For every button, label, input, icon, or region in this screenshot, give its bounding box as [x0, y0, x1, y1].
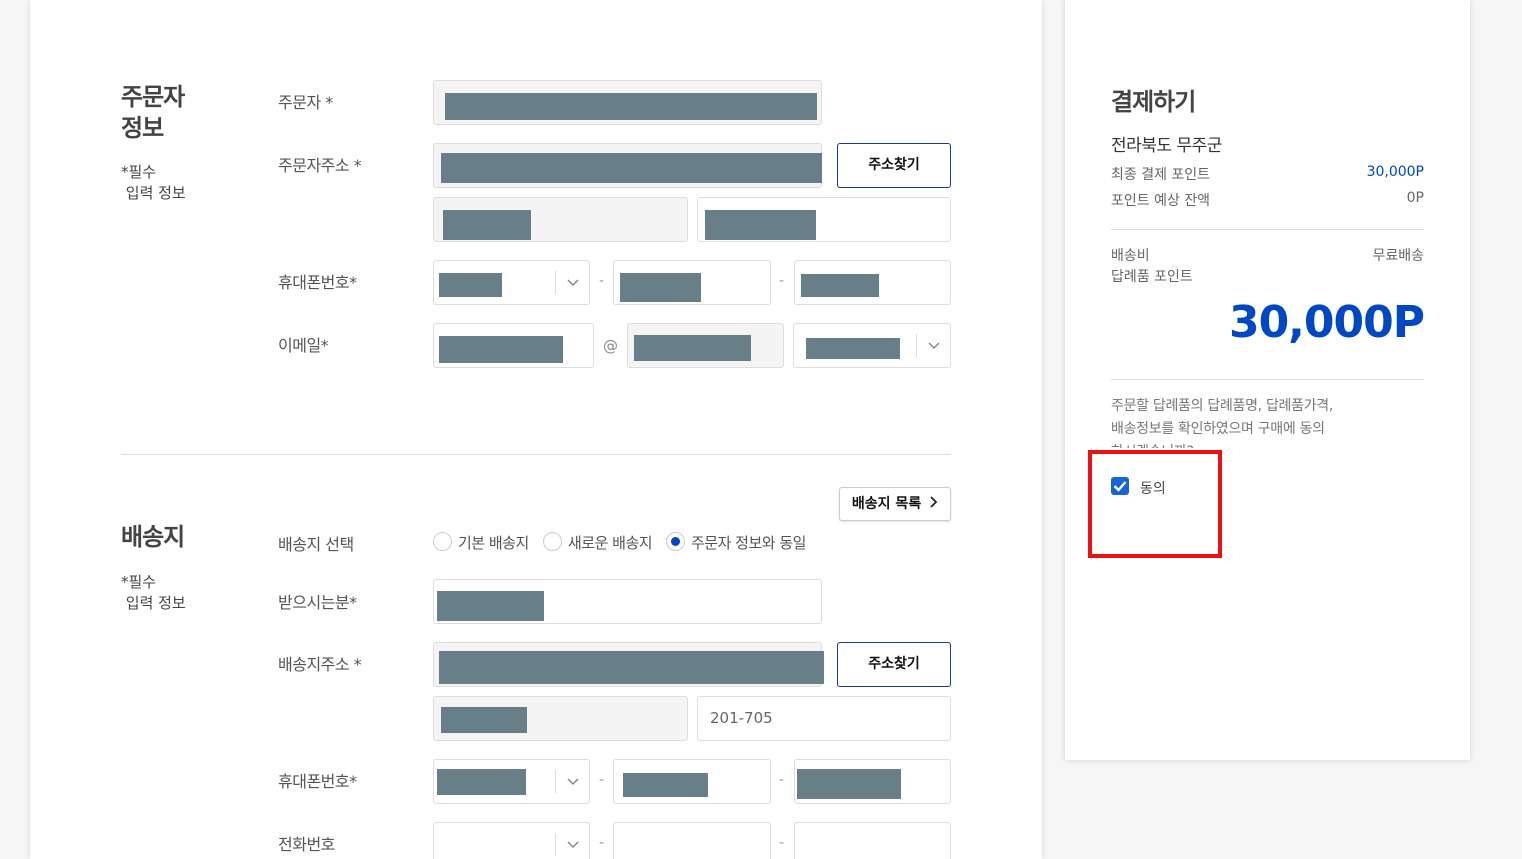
phone-separator: - — [779, 835, 785, 851]
orderer-required-note: *필수 입력 정보 — [121, 163, 186, 202]
payment-total: 30,000P — [1228, 297, 1425, 348]
orderer-address-input[interactable] — [433, 143, 822, 188]
shipping-address-search-button[interactable]: 주소찾기 — [837, 642, 951, 687]
shipping-tel-last-input[interactable] — [794, 822, 951, 859]
shipping-phone-label: 휴대폰번호* — [278, 772, 357, 791]
shipping-select-label: 배송지 선택 — [278, 535, 354, 554]
redacted-block — [439, 651, 824, 684]
redacted-block — [797, 769, 901, 799]
phone-separator: - — [599, 273, 605, 289]
chevron-down-icon — [555, 271, 589, 294]
payment-divider — [1111, 379, 1424, 380]
redacted-block — [634, 335, 751, 361]
shipping-list-label: 배송지 목록 — [851, 496, 922, 512]
shipping-required-note: *필수 입력 정보 — [121, 573, 186, 612]
redacted-block — [443, 210, 531, 240]
orderer-section-title: 주문자 정보 — [121, 83, 185, 142]
shipping-tel-prefix-select[interactable] — [433, 822, 590, 859]
orderer-email-domain-input[interactable] — [627, 323, 784, 368]
order-form-card: 주문자 정보 *필수 입력 정보 주문자 * 주문자주소 * 주소찾기 휴대폰번… — [30, 0, 1042, 859]
email-at-sign: @ — [603, 337, 618, 355]
orderer-address-detail-input[interactable] — [697, 197, 951, 242]
redacted-block — [439, 336, 563, 363]
shipping-zipcode-input[interactable] — [433, 696, 688, 741]
orderer-phone-label: 휴대폰번호* — [278, 273, 357, 292]
shipping-tel-middle-input[interactable] — [613, 822, 771, 859]
shipping-phone-prefix-select[interactable] — [433, 759, 590, 804]
orderer-phone-middle-input[interactable] — [613, 260, 771, 305]
shipping-list-button[interactable]: 배송지 목록 — [839, 487, 951, 521]
payment-region: 전라북도 무주군 — [1111, 136, 1222, 156]
orderer-phone-prefix-select[interactable] — [433, 260, 590, 305]
redacted-block — [441, 153, 822, 183]
phone-separator: - — [599, 835, 605, 851]
shipping-fee-value: 무료배송 — [1372, 248, 1424, 264]
shipping-phone-last-input[interactable] — [794, 759, 951, 804]
redacted-block — [623, 773, 708, 797]
orderer-email-label: 이메일* — [278, 336, 329, 355]
shipping-address-input[interactable] — [433, 642, 824, 687]
redacted-block — [806, 338, 900, 359]
chevron-right-icon — [930, 496, 938, 508]
redacted-block — [441, 707, 527, 733]
orderer-name-label: 주문자 * — [278, 93, 333, 112]
orderer-email-id-input[interactable] — [433, 323, 594, 368]
orderer-phone-last-input[interactable] — [794, 260, 951, 305]
redacted-block — [801, 274, 879, 297]
final-points-label: 최종 결제 포인트 — [1111, 167, 1211, 183]
shipping-fee-label: 배송비 — [1111, 248, 1150, 264]
payment-title: 결제하기 — [1111, 88, 1196, 116]
shipping-address-label: 배송지주소 * — [278, 655, 362, 674]
radio-same-as-orderer[interactable] — [666, 532, 685, 551]
gift-points-label: 답례품 포인트 — [1111, 269, 1193, 285]
orderer-address-label: 주문자주소 * — [278, 156, 362, 175]
orderer-address-search-button[interactable]: 주소찾기 — [837, 143, 951, 188]
redacted-block — [620, 273, 701, 302]
radio-default-address-label: 기본 배송지 — [458, 534, 529, 552]
shipping-address-detail-input[interactable]: 201-705 — [697, 696, 951, 741]
shipping-phone-middle-input[interactable] — [613, 759, 771, 804]
section-divider — [121, 454, 951, 455]
agreement-notice: 주문할 답례품의 답례품명, 답례품가격, 배송정보를 확인하였으며 구매에 동… — [1111, 398, 1334, 448]
orderer-zipcode-input[interactable] — [433, 197, 688, 242]
expected-balance-label: 포인트 예상 잔액 — [1111, 193, 1211, 209]
notice-clip: 주문할 답례품의 답례품명, 답례품가격, 배송정보를 확인하였으며 구매에 동… — [1111, 395, 1411, 448]
chevron-down-icon — [555, 833, 589, 856]
shipping-section-title: 배송지 — [121, 523, 185, 551]
final-points-value: 30,000P — [1366, 164, 1424, 180]
radio-new-address[interactable] — [543, 532, 562, 551]
orderer-email-domain-select[interactable] — [793, 323, 951, 368]
chevron-down-icon — [916, 334, 950, 357]
recipient-label: 받으시는분* — [278, 593, 357, 612]
redacted-block — [437, 769, 526, 795]
chevron-down-icon — [555, 770, 589, 793]
payment-card: 결제하기 전라북도 무주군 최종 결제 포인트 30,000P 포인트 예상 잔… — [1065, 0, 1470, 760]
redacted-block — [439, 273, 502, 297]
redacted-block — [705, 210, 816, 240]
payment-divider — [1111, 229, 1424, 230]
orderer-name-input[interactable] — [433, 80, 822, 125]
radio-same-as-orderer-label: 주문자 정보와 동일 — [691, 534, 806, 552]
highlight-box — [1088, 450, 1222, 558]
phone-separator: - — [779, 273, 785, 289]
redacted-block — [445, 93, 817, 120]
recipient-input[interactable] — [433, 579, 822, 624]
phone-separator: - — [599, 772, 605, 788]
radio-new-address-label: 새로운 배송지 — [568, 534, 653, 552]
shipping-tel-label: 전화번호 — [278, 835, 335, 854]
redacted-block — [437, 591, 544, 621]
radio-default-address[interactable] — [433, 532, 452, 551]
expected-balance-value: 0P — [1406, 190, 1424, 206]
phone-separator: - — [779, 772, 785, 788]
